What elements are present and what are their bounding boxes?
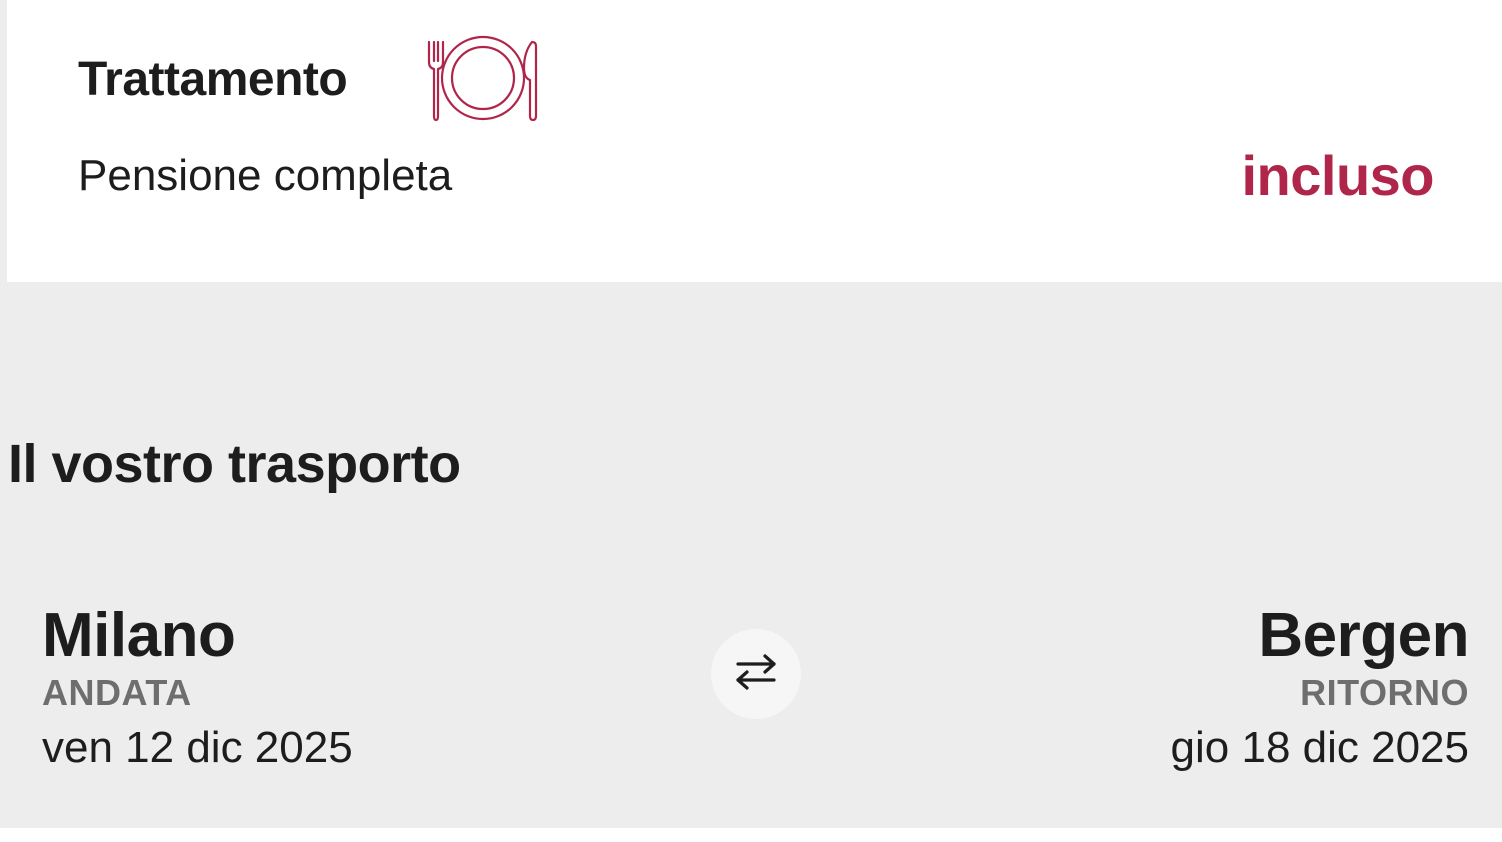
- return-city: Bergen: [1258, 601, 1469, 670]
- outbound-city: Milano: [42, 601, 236, 670]
- dining-plate-icon: [420, 34, 540, 124]
- outbound-leg: Milano ANDATA ven 12 dic 2025: [42, 600, 353, 774]
- return-date: gio 18 dic 2025: [1170, 723, 1469, 772]
- return-leg: Bergen RITORNO gio 18 dic 2025: [1170, 600, 1470, 774]
- booking-summary-page: Trattamento Pensione completa incluso Il…: [0, 0, 1502, 842]
- board-included-label: incluso: [1241, 144, 1434, 207]
- next-card-edge: [0, 828, 1502, 842]
- board-card: Trattamento Pensione completa incluso: [7, 0, 1502, 282]
- swap-arrows-icon: [732, 648, 780, 701]
- swap-direction-button[interactable]: [711, 629, 801, 719]
- return-type: RITORNO: [1300, 672, 1469, 713]
- outbound-date: ven 12 dic 2025: [42, 723, 353, 772]
- outbound-type: ANDATA: [42, 672, 192, 713]
- transport-heading: Il vostro trasporto: [8, 434, 461, 494]
- board-value: Pensione completa: [78, 151, 453, 200]
- board-title: Trattamento: [78, 53, 348, 106]
